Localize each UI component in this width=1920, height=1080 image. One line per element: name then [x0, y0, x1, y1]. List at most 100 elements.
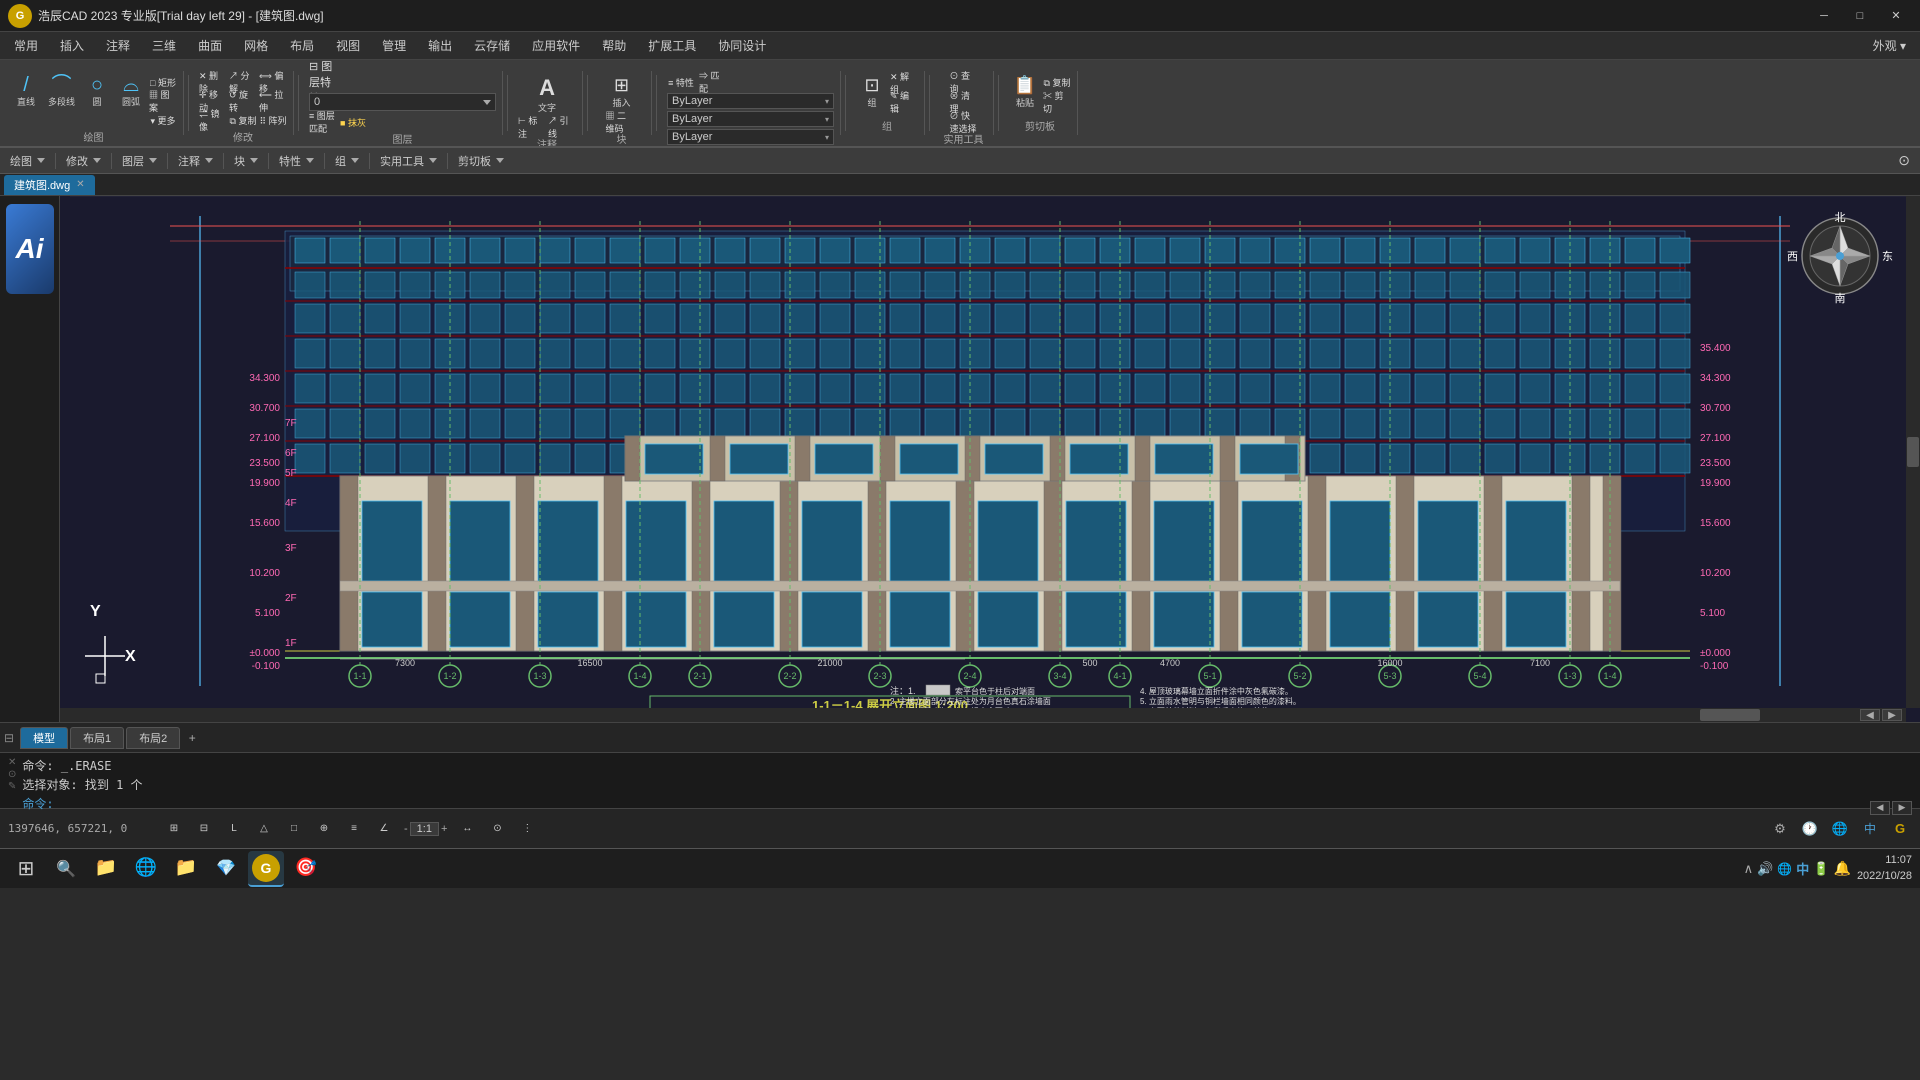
- zoom-in-btn[interactable]: +: [441, 823, 447, 835]
- menu-mesh[interactable]: 网格: [234, 34, 278, 57]
- clock[interactable]: 11:07 2022/10/28: [1857, 853, 1912, 884]
- scrollbar-v[interactable]: [1906, 196, 1920, 708]
- model-tab-layout2[interactable]: 布局2: [126, 727, 180, 749]
- circle-button[interactable]: ○ 圆: [81, 73, 113, 110]
- color-dropdown[interactable]: ByLayer ▾: [667, 93, 834, 109]
- props-button[interactable]: ≡ 特性: [667, 73, 695, 91]
- edit-group-button[interactable]: ✎ 编辑: [890, 93, 918, 111]
- tb2-block[interactable]: 块: [228, 151, 264, 171]
- qselect-button[interactable]: ⊘ 快速选择: [950, 113, 978, 131]
- tb2-utility[interactable]: 实用工具: [374, 151, 443, 171]
- minimize-button[interactable]: ─: [1808, 6, 1840, 26]
- menu-extend[interactable]: 扩展工具: [638, 34, 706, 57]
- grid-button[interactable]: ⊞: [160, 817, 188, 841]
- clock-icon-btn[interactable]: 🕐: [1798, 817, 1822, 841]
- taskbar-target[interactable]: 🎯: [288, 851, 324, 887]
- layer-dropdown[interactable]: 0: [309, 93, 496, 111]
- taskbar-browser[interactable]: 🌐: [128, 851, 164, 887]
- rotate-button[interactable]: ↺ 旋转: [229, 92, 257, 110]
- workspace-button[interactable]: ⋮: [513, 817, 541, 841]
- more-draw-button[interactable]: ▾ 更多: [149, 111, 177, 129]
- lineweight-button[interactable]: ≡: [340, 817, 368, 841]
- start-button[interactable]: ⊞: [8, 851, 44, 887]
- add-tab-button[interactable]: +: [182, 728, 202, 748]
- annotscale-button[interactable]: ⊙: [483, 817, 511, 841]
- zoom-level[interactable]: 1:1: [410, 822, 439, 836]
- scroll-left-btn[interactable]: ◀: [1860, 709, 1880, 721]
- cmd-scroll-right[interactable]: ▶: [1892, 801, 1912, 815]
- lineweight-dropdown[interactable]: ByLayer ▾: [667, 129, 834, 145]
- menu-surface[interactable]: 曲面: [188, 34, 232, 57]
- menu-cloud[interactable]: 云存储: [464, 34, 520, 57]
- mirror-button[interactable]: ⇌ 镜像: [199, 111, 227, 129]
- arc-button[interactable]: ⌓ 圆弧: [115, 73, 147, 110]
- model-tab-layout1[interactable]: 布局1: [70, 727, 124, 749]
- tb2-clipboard[interactable]: 剪切板: [452, 151, 510, 171]
- hatch-button[interactable]: ▦ 图案: [149, 92, 177, 110]
- menu-3d[interactable]: 三维: [142, 34, 186, 57]
- cut-button[interactable]: ✂ 剪切: [1043, 93, 1071, 111]
- tray-ime[interactable]: 中: [1796, 859, 1809, 878]
- menu-collab[interactable]: 协同设计: [708, 34, 776, 57]
- cmd-input[interactable]: [61, 797, 361, 811]
- doc-tab-jianzhitu[interactable]: 建筑图.dwg ✕: [4, 175, 95, 195]
- tb2-modify[interactable]: 修改: [60, 151, 107, 171]
- qrcode-button[interactable]: ▦ 二维码: [606, 113, 634, 131]
- zoom-out-btn[interactable]: -: [404, 823, 408, 835]
- cmd-toggle-3[interactable]: ✎: [8, 781, 16, 792]
- linetype-dropdown[interactable]: ByLayer ▾: [667, 111, 834, 127]
- search-button[interactable]: 🔍: [48, 851, 84, 887]
- array-button[interactable]: ⠿ 阵列: [259, 111, 287, 129]
- menu-insert[interactable]: 插入: [50, 34, 94, 57]
- tb2-group[interactable]: 组: [329, 151, 365, 171]
- model-tab-model[interactable]: 模型: [20, 727, 68, 749]
- menu-apps[interactable]: 应用软件: [522, 34, 590, 57]
- menu-appearance[interactable]: 外观 ▾: [1863, 34, 1916, 57]
- otrack-button[interactable]: ⊕: [310, 817, 338, 841]
- cmd-scroll-left[interactable]: ◀: [1870, 801, 1890, 815]
- menu-view[interactable]: 视图: [326, 34, 370, 57]
- gstar-logo-btn[interactable]: G: [1888, 817, 1912, 841]
- scrollbar-v-thumb[interactable]: [1907, 437, 1919, 467]
- tb2-layer[interactable]: 图层: [116, 151, 163, 171]
- tray-chevron[interactable]: ∧: [1744, 861, 1754, 877]
- doc-tab-close[interactable]: ✕: [76, 179, 84, 190]
- ime-btn[interactable]: 中: [1858, 817, 1882, 841]
- menu-annotate[interactable]: 注释: [96, 34, 140, 57]
- menu-output[interactable]: 输出: [418, 34, 462, 57]
- close-button[interactable]: ✕: [1880, 6, 1912, 26]
- cmd-toggle-1[interactable]: ✕: [8, 757, 16, 768]
- text-button[interactable]: A 文字: [518, 73, 576, 116]
- tray-battery[interactable]: 🔋: [1813, 861, 1829, 877]
- layer-props-button[interactable]: ⊟ 图层特性: [309, 73, 337, 91]
- cmd-toggle-2[interactable]: ⊙: [8, 769, 16, 780]
- menu-help[interactable]: 帮助: [592, 34, 636, 57]
- layer-apply-button[interactable]: ■ 抹灰: [339, 113, 367, 131]
- layer-match-button[interactable]: ≡ 图层匹配: [309, 113, 337, 131]
- canvas-area[interactable]: 1-1 1-2 1-3 1-4 2-1 2-2 2-3 2-4 3-4 4-1 …: [60, 196, 1920, 722]
- polar-button[interactable]: △: [250, 817, 278, 841]
- taskbar-gstarcad[interactable]: G: [248, 851, 284, 887]
- tb2-draw[interactable]: 绘图: [4, 151, 51, 171]
- osnap-button[interactable]: □: [280, 817, 308, 841]
- scrollbar-h[interactable]: ◀ ▶: [60, 708, 1906, 722]
- scrollbar-h-thumb[interactable]: [1700, 709, 1760, 721]
- tb2-props[interactable]: 特性: [273, 151, 320, 171]
- tray-network[interactable]: 🌐: [1777, 862, 1792, 876]
- snap-button[interactable]: ⊟: [190, 817, 218, 841]
- menu-layout[interactable]: 布局: [280, 34, 324, 57]
- polyline-button[interactable]: ⌒ 多段线: [44, 73, 79, 110]
- paste-button[interactable]: 📋 粘贴: [1009, 73, 1041, 111]
- tray-sound[interactable]: 🔊: [1757, 861, 1773, 877]
- ortho-button[interactable]: L: [220, 817, 248, 841]
- group-button[interactable]: ⊡ 组: [856, 73, 888, 111]
- maximize-button[interactable]: □: [1844, 6, 1876, 26]
- paperspace-button[interactable]: ↔: [453, 817, 481, 841]
- tray-notify[interactable]: 🔔: [1834, 860, 1851, 877]
- menu-manage[interactable]: 管理: [372, 34, 416, 57]
- taskbar-diamond[interactable]: 💎: [208, 851, 244, 887]
- scroll-right-btn[interactable]: ▶: [1882, 709, 1902, 721]
- insert-button[interactable]: ⊞ 插入: [606, 73, 638, 111]
- toggle-layout-icon[interactable]: ⊟: [4, 731, 14, 745]
- menu-changyo[interactable]: 常用: [4, 34, 48, 57]
